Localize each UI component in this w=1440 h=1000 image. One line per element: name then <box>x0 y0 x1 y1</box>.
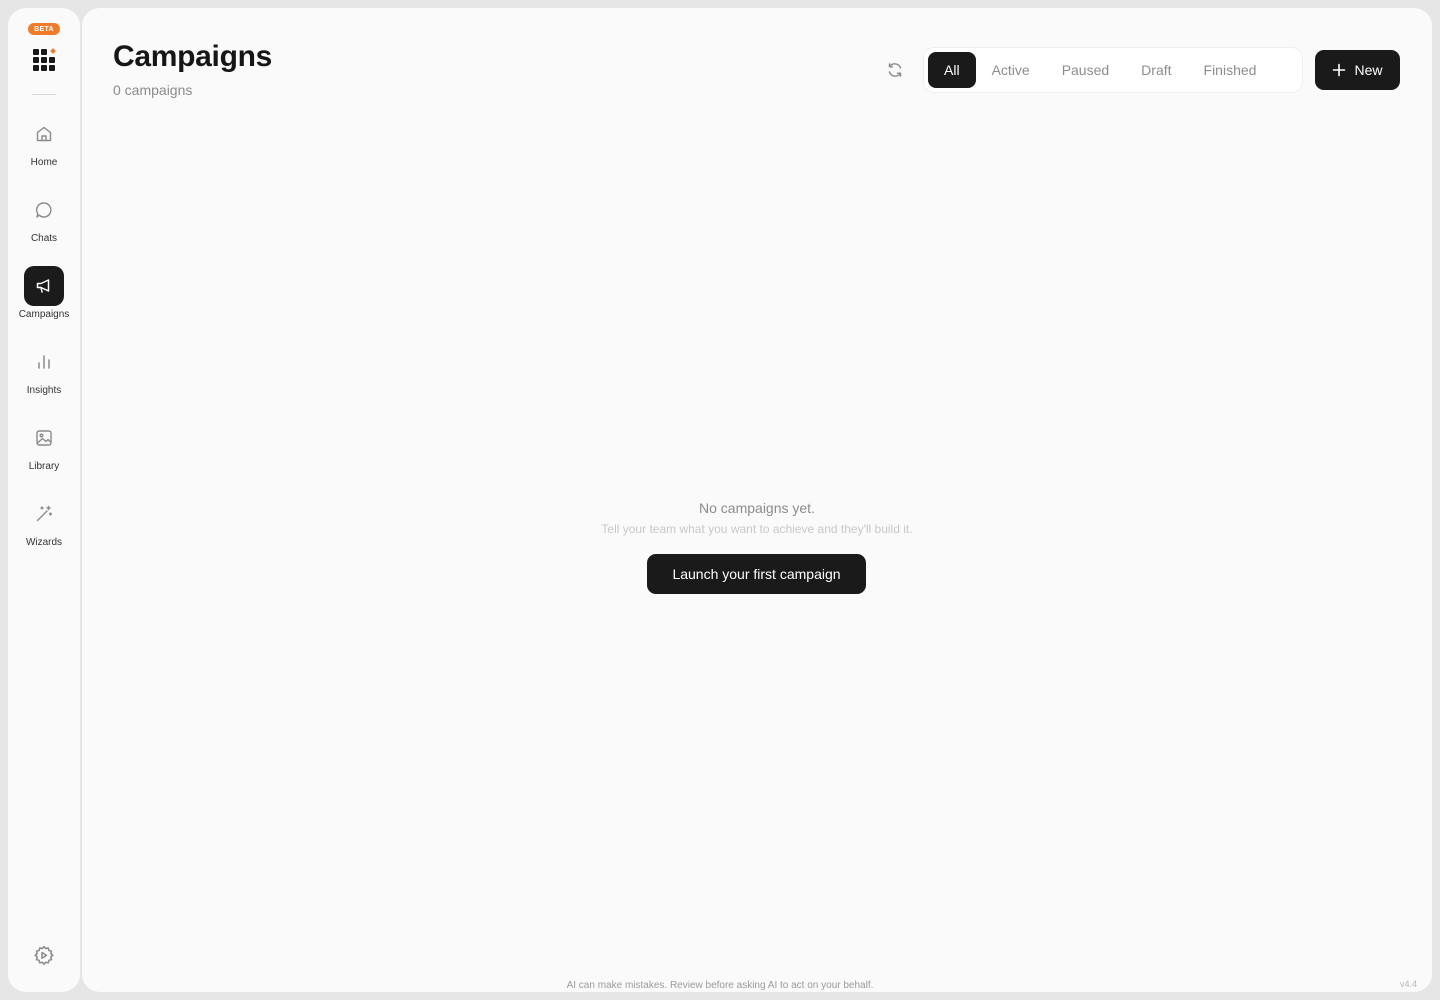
status-filter-tabs: All Active Paused Draft Finished <box>924 48 1302 92</box>
sidebar-item-chats[interactable]: Chats <box>8 190 80 258</box>
tab-all[interactable]: All <box>928 52 976 88</box>
sidebar-item-label: Chats <box>30 233 58 244</box>
sidebar-item-label: Library <box>28 461 60 472</box>
campaign-count: 0 campaigns <box>113 82 193 98</box>
new-campaign-button[interactable]: New <box>1315 50 1400 90</box>
megaphone-icon <box>24 266 64 306</box>
sidebar-item-label: Home <box>30 157 58 168</box>
beta-badge: BETA <box>28 23 60 35</box>
tab-active[interactable]: Active <box>976 52 1046 88</box>
empty-state-title: No campaigns yet. <box>699 500 815 516</box>
sidebar-item-label: Campaigns <box>18 309 70 320</box>
main-panel: Campaigns 0 campaigns All Active Paused … <box>82 8 1432 992</box>
magic-wand-icon <box>24 494 64 534</box>
sidebar-item-library[interactable]: Library <box>8 418 80 486</box>
ai-disclaimer: AI can make mistakes. Review before aski… <box>566 980 874 991</box>
tab-paused[interactable]: Paused <box>1046 52 1125 88</box>
sidebar-item-insights[interactable]: Insights <box>8 342 80 410</box>
tab-finished[interactable]: Finished <box>1188 52 1273 88</box>
plus-icon <box>1332 63 1346 77</box>
chat-bubble-icon <box>24 190 64 230</box>
sidebar-item-home[interactable]: Home <box>8 114 80 182</box>
page-title: Campaigns <box>113 40 273 73</box>
bar-chart-icon <box>24 342 64 382</box>
sidebar-item-campaigns[interactable]: Campaigns <box>8 266 80 334</box>
sidebar: BETA Home Chats Campaigns Insights Libra… <box>8 8 80 992</box>
new-button-label: New <box>1354 62 1383 78</box>
sidebar-item-wizards[interactable]: Wizards <box>8 494 80 562</box>
sidebar-item-label: Insights <box>26 385 62 396</box>
sidebar-item-label: Wizards <box>25 537 63 548</box>
sidebar-divider <box>32 94 56 95</box>
settings-gear-icon[interactable] <box>32 944 56 968</box>
launch-first-campaign-button[interactable]: Launch your first campaign <box>647 554 866 594</box>
empty-state-subtitle: Tell your team what you want to achieve … <box>601 522 913 536</box>
refresh-icon[interactable] <box>885 60 905 80</box>
image-icon <box>24 418 64 458</box>
home-icon <box>24 114 64 154</box>
version-label: v4.4 <box>1400 979 1418 989</box>
app-logo-icon[interactable] <box>32 48 56 72</box>
tab-draft[interactable]: Draft <box>1125 52 1187 88</box>
